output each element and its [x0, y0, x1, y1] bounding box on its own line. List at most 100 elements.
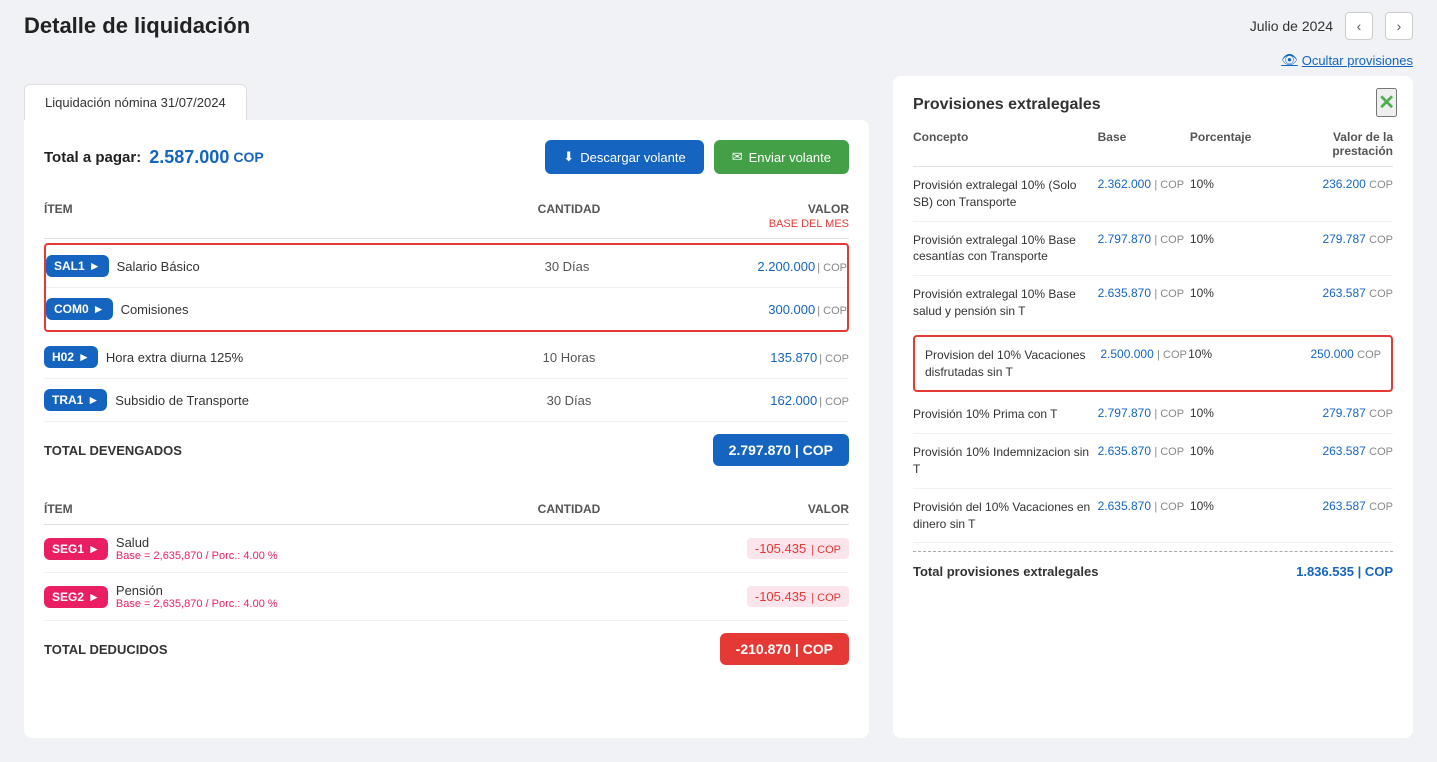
ocultar-provisiones-link[interactable]: 👁 Ocultar provisiones: [1281, 52, 1413, 68]
prov-col-porcentaje: Porcentaje: [1190, 130, 1282, 158]
prov-row: Provisión 10% Indemnizacion sin T 2.635.…: [913, 434, 1393, 489]
prov-pct-5: 10%: [1190, 406, 1282, 420]
page-header: Detalle de liquidación Julio de 2024 ‹ ›: [0, 0, 1437, 52]
prov-pct-1: 10%: [1190, 177, 1282, 191]
prev-month-button[interactable]: ‹: [1345, 12, 1373, 40]
prov-val-1: 236.200 COP: [1282, 177, 1393, 191]
qty-tra1: 30 Días: [489, 393, 649, 408]
item-sub-seg2: Base = 2,635,870 / Porc.: 4.00 %: [116, 598, 278, 610]
col-item-header: ÍTEM: [44, 202, 489, 230]
prov-pct-6: 10%: [1190, 444, 1282, 458]
next-month-button[interactable]: ›: [1385, 12, 1413, 40]
prov-base-6: 2.635.870 | COP: [1098, 444, 1190, 458]
badge-com0: COM0 ►: [46, 298, 113, 320]
prov-val-7: 263.587 COP: [1282, 499, 1393, 513]
table-row: H02 ► Hora extra diurna 125% 10 Horas 13…: [44, 336, 849, 379]
col-val-ded-header: VALOR: [649, 502, 849, 516]
page-title: Detalle de liquidación: [24, 13, 250, 39]
prov-concepto-4: Provision del 10% Vacaciones disfrutadas…: [925, 347, 1100, 381]
badge-seg1: SEG1 ►: [44, 538, 108, 560]
prov-val-2: 279.787 COP: [1282, 232, 1393, 246]
col-qty-header: CANTIDAD: [489, 202, 649, 230]
total-currency: COP: [233, 149, 263, 165]
prov-row-highlighted: Provision del 10% Vacaciones disfrutadas…: [913, 335, 1393, 393]
prov-concepto-5: Provisión 10% Prima con T: [913, 406, 1098, 423]
val-seg2: -105.435 | COP: [649, 586, 849, 607]
prov-pct-3: 10%: [1190, 286, 1282, 300]
item-sub-seg1: Base = 2,635,870 / Porc.: 4.00 %: [116, 550, 278, 562]
item-cell-tra1: TRA1 ► Subsidio de Transporte: [44, 389, 489, 411]
prov-base-3: 2.635.870 | COP: [1098, 286, 1190, 300]
item-cell-h02: H02 ► Hora extra diurna 125%: [44, 346, 489, 368]
prov-col-base: Base: [1098, 130, 1190, 158]
total-devengados-row: TOTAL DEVENGADOS 2.797.870 | COP: [44, 422, 849, 478]
total-devengados-label: TOTAL DEVENGADOS: [44, 443, 182, 458]
email-icon: ✉: [732, 149, 743, 165]
total-deducidos-row: TOTAL DEDUCIDOS -210.870 | COP: [44, 621, 849, 677]
prov-total-row: Total provisiones extralegales 1.836.535…: [913, 551, 1393, 583]
col-val-header: VALOR Base del mes: [649, 202, 849, 230]
item-name-com0: Comisiones: [121, 302, 189, 317]
table-row: SEG2 ► Pensión Base = 2,635,870 / Porc.:…: [44, 573, 849, 621]
total-devengados-badge: 2.797.870 | COP: [713, 434, 849, 466]
prov-base-2: 2.797.870 | COP: [1098, 232, 1190, 246]
send-button[interactable]: ✉ Enviar volante: [714, 140, 849, 174]
eye-icon: 👁: [1281, 52, 1298, 68]
item-name-sal1: Salario Básico: [117, 259, 200, 274]
prov-pct-4: 10%: [1188, 347, 1276, 361]
devengados-section: ÍTEM CANTIDAD VALOR Base del mes SAL1 ►: [44, 194, 849, 478]
prov-total-label: Total provisiones extralegales: [913, 564, 1098, 579]
download-button[interactable]: ⬇ Descargar volante: [545, 140, 703, 174]
prov-base-1: 2.362.000 | COP: [1098, 177, 1190, 191]
table-row: SEG1 ► Salud Base = 2,635,870 / Porc.: 4…: [44, 525, 849, 573]
prov-row: Provisión extralegal 10% Base cesantías …: [913, 222, 1393, 277]
item-name-seg1: Salud: [116, 535, 278, 550]
badge-sal1: SAL1 ►: [46, 255, 109, 277]
prov-col-valor: Valor de la prestación: [1282, 130, 1393, 158]
total-amount: 2.587.000: [149, 147, 229, 168]
total-row: Total a pagar: 2.587.000 COP ⬇ Descargar…: [44, 140, 849, 174]
table-row: COM0 ► Comisiones 300.000| COP: [46, 287, 847, 330]
badge-h02: H02 ►: [44, 346, 98, 368]
prov-val-3: 263.587 COP: [1282, 286, 1393, 300]
prov-concepto-7: Provisión del 10% Vacaciones en dinero s…: [913, 499, 1098, 533]
item-name-seg2: Pensión: [116, 583, 278, 598]
qty-sal1: 30 Días: [487, 259, 647, 274]
deducidos-header: ÍTEM CANTIDAD VALOR: [44, 494, 849, 525]
prov-col-concepto: Concepto: [913, 130, 1098, 158]
tab-liquidacion[interactable]: Liquidación nómina 31/07/2024: [24, 84, 247, 120]
prov-val-6: 263.587 COP: [1282, 444, 1393, 458]
item-cell-sal1: SAL1 ► Salario Básico: [46, 255, 487, 277]
val-sal1: 2.200.000| COP: [647, 259, 847, 274]
table-row: TRA1 ► Subsidio de Transporte 30 Días 16…: [44, 379, 849, 422]
close-provisiones-button[interactable]: ✕: [1376, 88, 1397, 117]
item-name-tra1: Subsidio de Transporte: [115, 393, 249, 408]
prov-row: Provisión extralegal 10% (Solo SB) con T…: [913, 167, 1393, 222]
badge-seg2: SEG2 ►: [44, 586, 108, 608]
prov-pct-7: 10%: [1190, 499, 1282, 513]
val-h02: 135.870| COP: [649, 350, 849, 365]
col-item-ded-header: ÍTEM: [44, 502, 489, 516]
prov-row: Provisión del 10% Vacaciones en dinero s…: [913, 489, 1393, 544]
deducidos-section: ÍTEM CANTIDAD VALOR SEG1 ► Salud Base = …: [44, 494, 849, 677]
total-deducidos-label: TOTAL DEDUCIDOS: [44, 642, 168, 657]
prov-concepto-2: Provisión extralegal 10% Base cesantías …: [913, 232, 1098, 266]
item-cell-com0: COM0 ► Comisiones: [46, 298, 487, 320]
item-cell-seg2: SEG2 ► Pensión Base = 2,635,870 / Porc.:…: [44, 583, 489, 610]
prov-base-7: 2.635.870 | COP: [1098, 499, 1190, 513]
month-label: Julio de 2024: [1250, 18, 1333, 34]
val-tra1: 162.000| COP: [649, 393, 849, 408]
badge-tra1: TRA1 ►: [44, 389, 107, 411]
prov-val-5: 279.787 COP: [1282, 406, 1393, 420]
prov-base-5: 2.797.870 | COP: [1098, 406, 1190, 420]
total-label: Total a pagar:: [44, 149, 141, 166]
item-cell-seg1: SEG1 ► Salud Base = 2,635,870 / Porc.: 4…: [44, 535, 489, 562]
item-name-h02: Hora extra diurna 125%: [106, 350, 243, 365]
provisiones-panel: ✕ Provisiones extralegales Concepto Base…: [893, 76, 1413, 738]
total-deducidos-badge: -210.870 | COP: [720, 633, 849, 665]
prov-row: Provisión 10% Prima con T 2.797.870 | CO…: [913, 396, 1393, 434]
prov-val-4: 250.000 COP: [1276, 347, 1381, 361]
prov-base-4: 2.500.000 | COP: [1100, 347, 1188, 361]
prov-concepto-3: Provisión extralegal 10% Base salud y pe…: [913, 286, 1098, 320]
val-com0: 300.000| COP: [647, 302, 847, 317]
